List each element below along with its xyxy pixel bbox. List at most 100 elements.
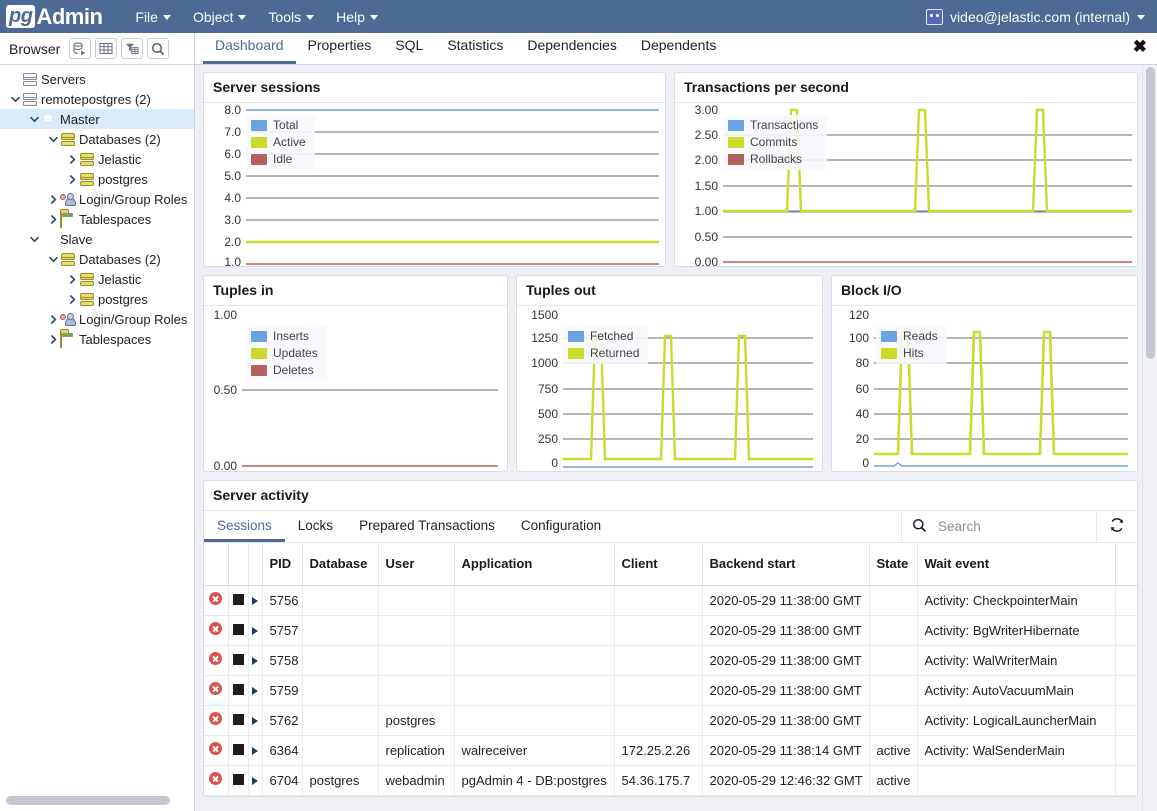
tab-configuration[interactable]: Configuration: [508, 511, 614, 542]
cell-terminate[interactable]: [204, 735, 229, 766]
col-user[interactable]: User: [378, 543, 455, 586]
chevron-down-icon[interactable]: [27, 235, 41, 244]
chevron-down-icon[interactable]: [46, 135, 60, 144]
stop-icon[interactable]: [232, 683, 244, 695]
tab-properties[interactable]: Properties: [296, 31, 384, 64]
chevron-right-icon[interactable]: [65, 154, 79, 164]
refresh-button[interactable]: [1096, 511, 1137, 542]
close-icon[interactable]: ✖: [1133, 38, 1147, 56]
cell-expand[interactable]: [248, 645, 263, 676]
table-row[interactable]: 5762 postgres 2020-05-29 11:38:00 GMT Activ…: [204, 705, 1137, 736]
expand-icon[interactable]: [252, 656, 258, 665]
scrollbar-thumb[interactable]: [1146, 67, 1155, 359]
cell-terminate[interactable]: [204, 765, 229, 796]
table-row[interactable]: 5759 2020-05-29 11:38:00 GMT Activity: Aut…: [204, 675, 1137, 706]
tab-dependencies[interactable]: Dependencies: [515, 31, 629, 64]
query-tool-icon[interactable]: [69, 38, 92, 59]
table-row[interactable]: 5757 2020-05-29 11:38:00 GMT Activity: BgW…: [204, 615, 1137, 646]
terminate-icon[interactable]: [209, 622, 223, 635]
terminate-icon[interactable]: [209, 742, 223, 755]
tree-item-databases-2[interactable]: Databases (2): [0, 249, 194, 269]
terminate-icon[interactable]: [209, 712, 223, 725]
terminate-icon[interactable]: [209, 652, 223, 665]
stop-icon[interactable]: [232, 623, 244, 635]
terminate-icon[interactable]: [209, 772, 223, 785]
expand-icon[interactable]: [252, 776, 258, 785]
view-data-icon[interactable]: [95, 38, 118, 59]
tree-item-login-group-roles[interactable]: Login/Group Roles: [0, 309, 194, 329]
chevron-right-icon[interactable]: [65, 174, 79, 184]
col-database[interactable]: Database: [302, 543, 379, 586]
tab-prepared-transactions[interactable]: Prepared Transactions: [346, 511, 508, 542]
cell-cancel[interactable]: [228, 585, 249, 616]
cell-cancel[interactable]: [228, 675, 249, 706]
col-client[interactable]: Client: [614, 543, 703, 586]
tree-item-tablespaces[interactable]: Tablespaces: [0, 329, 194, 349]
tree-item-servers[interactable]: Servers: [0, 69, 194, 89]
cell-cancel[interactable]: [228, 705, 249, 736]
tree-item-databases-2[interactable]: Databases (2): [0, 129, 194, 149]
cell-expand[interactable]: [248, 765, 263, 796]
table-row[interactable]: 6364 replication walreceiver 172.25.2.26 202…: [204, 735, 1137, 766]
tab-dependents[interactable]: Dependents: [629, 31, 729, 64]
tree-item-jelastic[interactable]: Jelastic: [0, 149, 194, 169]
cell-expand[interactable]: [248, 585, 263, 616]
tree-horizontal-scrollbar[interactable]: [6, 796, 170, 805]
col-state[interactable]: State: [869, 543, 918, 586]
expand-icon[interactable]: [252, 626, 258, 635]
terminate-icon[interactable]: [209, 592, 223, 605]
cell-terminate[interactable]: [204, 615, 229, 646]
tree-item-master[interactable]: Master: [0, 109, 194, 129]
chevron-down-icon[interactable]: [27, 115, 41, 124]
expand-icon[interactable]: [252, 716, 258, 725]
cell-terminate[interactable]: [204, 645, 229, 676]
tree-item-login-group-roles[interactable]: Login/Group Roles: [0, 189, 194, 209]
chevron-right-icon[interactable]: [65, 274, 79, 284]
tab-locks[interactable]: Locks: [285, 511, 346, 542]
cell-expand[interactable]: [248, 615, 263, 646]
col-wait-event[interactable]: Wait event: [917, 543, 1116, 586]
cell-cancel[interactable]: [228, 735, 249, 766]
cell-cancel[interactable]: [228, 765, 249, 796]
table-row[interactable]: 6704 postgres webadmin pgAdmin 4 - DB:postg…: [204, 765, 1137, 796]
chevron-right-icon[interactable]: [65, 294, 79, 304]
stop-icon[interactable]: [232, 743, 244, 755]
cell-terminate[interactable]: [204, 675, 229, 706]
tab-statistics[interactable]: Statistics: [435, 31, 515, 64]
search-input[interactable]: [936, 518, 1086, 535]
tab-dashboard[interactable]: Dashboard: [203, 31, 296, 64]
menu-object[interactable]: Object: [182, 4, 257, 30]
cell-expand[interactable]: [248, 675, 263, 706]
search-icon[interactable]: [147, 38, 170, 59]
filtered-rows-icon[interactable]: [121, 38, 144, 59]
cell-terminate[interactable]: [204, 705, 229, 736]
tree-item-jelastic[interactable]: Jelastic: [0, 269, 194, 289]
col-backend-start[interactable]: Backend start: [702, 543, 870, 586]
cell-cancel[interactable]: [228, 615, 249, 646]
chevron-down-icon[interactable]: [8, 95, 22, 104]
cell-expand[interactable]: [248, 705, 263, 736]
tree-item-postgres[interactable]: postgres: [0, 169, 194, 189]
terminate-icon[interactable]: [209, 682, 223, 695]
tree-item-tablespaces[interactable]: Tablespaces: [0, 209, 194, 229]
expand-icon[interactable]: [252, 746, 258, 755]
cell-cancel[interactable]: [228, 645, 249, 676]
menu-file[interactable]: File: [124, 4, 182, 30]
expand-icon[interactable]: [252, 596, 258, 605]
stop-icon[interactable]: [232, 773, 244, 785]
chevron-right-icon[interactable]: [46, 314, 60, 324]
tree-item-remotepostgres-2[interactable]: remotepostgres (2): [0, 89, 194, 109]
tab-sql[interactable]: SQL: [383, 31, 435, 64]
cell-terminate[interactable]: [204, 585, 229, 616]
stop-icon[interactable]: [232, 593, 244, 605]
tree-item-postgres[interactable]: postgres: [0, 289, 194, 309]
tree-item-slave[interactable]: Slave: [0, 229, 194, 249]
chevron-right-icon[interactable]: [46, 334, 60, 344]
expand-icon[interactable]: [252, 686, 258, 695]
tab-sessions[interactable]: Sessions: [204, 511, 285, 542]
col-application[interactable]: Application: [454, 543, 615, 586]
chevron-down-icon[interactable]: [46, 255, 60, 264]
menu-help[interactable]: Help: [325, 4, 389, 30]
stop-icon[interactable]: [232, 653, 244, 665]
table-row[interactable]: 5758 2020-05-29 11:38:00 GMT Activity: Wal…: [204, 645, 1137, 676]
